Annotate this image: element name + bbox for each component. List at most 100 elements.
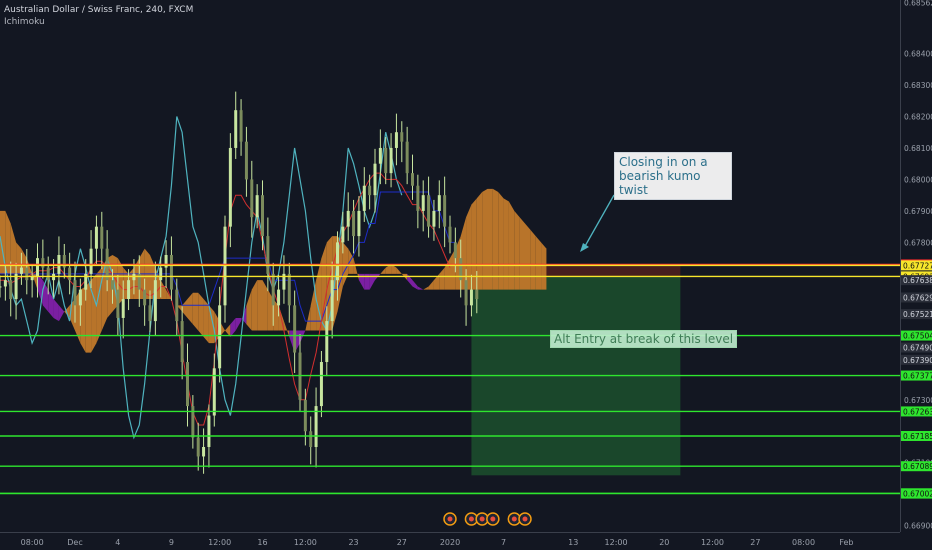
candle-body xyxy=(266,236,270,274)
price-tick-label: 0.68200 xyxy=(904,112,932,121)
kumo-segment-bullish xyxy=(257,280,263,331)
candle-body xyxy=(3,280,7,287)
candle-body xyxy=(352,210,356,237)
time-tick-label: 12:00 xyxy=(208,538,231,547)
time-tick-label: 16 xyxy=(257,538,267,547)
level-price-label: 0.67504 xyxy=(903,332,932,341)
time-tick-label: 7 xyxy=(501,538,506,547)
time-tick-label: 20 xyxy=(659,538,669,547)
candle-body xyxy=(89,248,93,274)
kumo-segment-bullish xyxy=(492,188,499,290)
price-tick-label: 0.68300 xyxy=(904,81,932,90)
level-price-label: 0.67377 xyxy=(903,372,932,381)
candle-body xyxy=(287,273,291,306)
candle-body xyxy=(330,280,334,322)
candle-body xyxy=(14,273,18,300)
candle-body xyxy=(405,141,409,174)
price-tick-label: 0.68562 xyxy=(904,0,932,8)
candle-body xyxy=(357,210,361,237)
price-tick-label: 0.67300 xyxy=(904,396,932,405)
economic-event-dot xyxy=(511,516,517,522)
time-tick-label: 2020 xyxy=(440,538,460,547)
candle-body xyxy=(159,267,163,281)
candle-body xyxy=(325,321,329,363)
time-tick-label: 12:00 xyxy=(701,538,724,547)
candle-body xyxy=(362,185,366,211)
level-price-label: 0.67727 xyxy=(903,261,932,270)
candle-body xyxy=(127,280,131,300)
candle-body xyxy=(319,362,323,407)
alt-entry-annotation[interactable]: Alt Entry at break of this level xyxy=(550,330,738,348)
candle-body xyxy=(111,280,114,290)
candle-body xyxy=(68,267,72,281)
candle-body xyxy=(0,286,2,288)
candle-body xyxy=(73,280,77,306)
candle-body xyxy=(25,267,29,281)
price-tick-label: 0.67900 xyxy=(904,207,932,216)
candle-body xyxy=(314,406,318,448)
candle-body xyxy=(100,226,104,249)
time-tick-label: 27 xyxy=(397,538,407,547)
candle-body xyxy=(121,299,125,318)
candle-body xyxy=(464,280,468,306)
candle-body xyxy=(475,289,479,300)
level-price-label: 0.67263 xyxy=(903,407,932,416)
time-tick-label: 13 xyxy=(568,538,578,547)
candle-body xyxy=(303,399,307,432)
candle-body xyxy=(469,289,473,306)
candle-body xyxy=(368,185,372,196)
kumo-segment-bullish xyxy=(530,229,536,290)
candle-body xyxy=(46,267,50,281)
time-tick-label: Feb xyxy=(839,538,853,547)
candle-body xyxy=(255,195,259,218)
kumo-segment-bullish xyxy=(198,292,204,337)
candle-body xyxy=(186,362,189,407)
candle-body xyxy=(421,195,425,211)
candle-body xyxy=(411,173,414,186)
level-price-label: 0.67089 xyxy=(903,462,932,471)
time-tick-label: 9 xyxy=(169,538,174,547)
candle-body xyxy=(271,273,275,306)
candle-body xyxy=(180,321,184,363)
time-tick-label: Dec xyxy=(67,538,82,547)
candle-body xyxy=(148,305,152,322)
kumo-segment-bullish xyxy=(476,192,483,290)
time-tick-label: 27 xyxy=(750,538,760,547)
time-tick-label: 08:00 xyxy=(792,538,815,547)
candle-body xyxy=(416,185,420,211)
candle-body xyxy=(202,447,206,457)
candle-body xyxy=(427,195,431,227)
candle-body xyxy=(207,415,211,448)
price-chart[interactable]: 0.68562 0.68400 0.68300 0.68200 0.68100 0.680… xyxy=(0,0,932,550)
candle-body xyxy=(261,195,264,237)
candle-body xyxy=(384,147,388,174)
kumo-segment-bullish xyxy=(482,188,488,290)
economic-event-dot xyxy=(479,516,485,522)
candle-body xyxy=(239,110,243,142)
candle-body xyxy=(250,179,254,218)
candle-body xyxy=(336,242,339,281)
candle-body xyxy=(175,289,179,322)
time-tick-label: 12:00 xyxy=(605,538,628,547)
kumo-twist-annotation[interactable]: Closing in on a bearish kumo twist xyxy=(614,152,732,200)
level-price-label: 0.67185 xyxy=(903,432,932,441)
chart-legend: Australian Dollar / Swiss Franc, 240, FX… xyxy=(4,4,193,28)
candle-body xyxy=(394,132,398,148)
kumo-segment-bullish xyxy=(91,273,97,353)
candle-body xyxy=(277,289,281,306)
candle-body xyxy=(30,277,34,281)
time-tick-label: 4 xyxy=(115,538,120,547)
time-tick-label: 12:00 xyxy=(294,538,317,547)
price-marker-label: 0.67521 xyxy=(903,310,932,319)
kumo-segment-bullish xyxy=(514,210,520,290)
candle-body xyxy=(196,437,200,457)
time-tick-label: 08:00 xyxy=(21,538,44,547)
price-tick-label: 0.66900 xyxy=(904,522,932,531)
price-tick-label: 0.67800 xyxy=(904,238,932,247)
candle-body xyxy=(41,258,45,268)
candle-body xyxy=(293,305,297,353)
candle-body xyxy=(437,195,441,211)
candle-body xyxy=(94,226,98,249)
candle-body xyxy=(341,226,345,243)
price-marker-label: 0.67629 xyxy=(903,293,932,302)
